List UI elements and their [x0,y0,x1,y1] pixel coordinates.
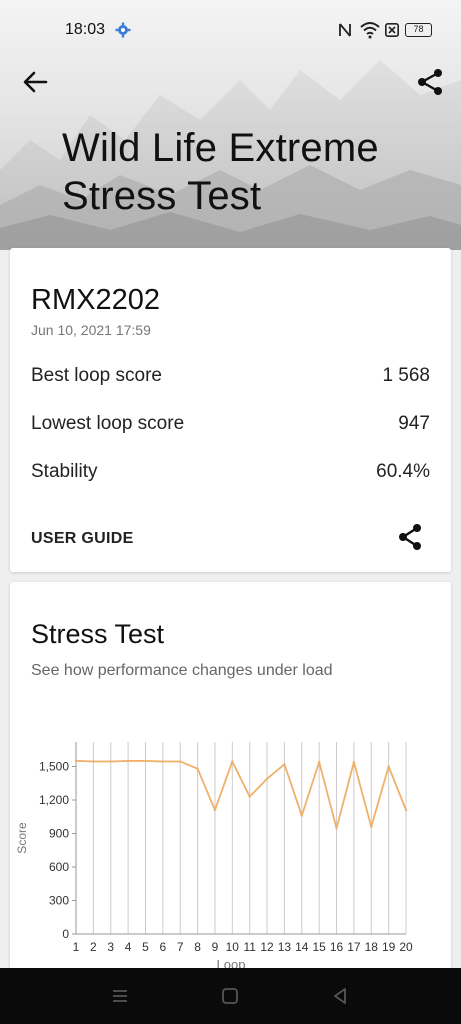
y-tick-label: 1,200 [39,793,69,807]
x-tick-label: 10 [226,940,240,954]
data-point [231,760,234,763]
page-title-line1: Wild Life Extreme [62,126,379,170]
y-tick-label: 300 [49,894,69,908]
battery-icon: 78 [405,23,432,37]
data-point [161,760,165,763]
best-loop-label: Best loop score [31,365,162,386]
stability-label: Stability [31,461,98,482]
y-tick-label: 0 [62,927,69,941]
x-tick-label: 19 [382,940,396,954]
back-nav-icon[interactable] [330,986,350,1006]
data-point [74,759,78,763]
x-tick-label: 20 [399,940,413,954]
x-tick-label: 5 [142,940,149,954]
status-bar: 18:03 78 [0,0,461,60]
y-tick-label: 900 [49,827,69,841]
data-point [213,808,217,812]
x-tick-label: 17 [347,940,361,954]
x-tick-label: 6 [159,940,166,954]
x-tick-label: 18 [365,940,379,954]
x-tick-label: 15 [312,940,326,954]
data-point [352,760,356,764]
y-axis-label: Score [15,822,29,854]
data-point [300,814,303,817]
share-icon[interactable] [396,522,424,552]
data-point [317,760,321,764]
data-point [265,777,269,780]
stability-value: 60.4% [376,461,430,482]
x-tick-label: 8 [194,940,201,954]
system-nav-bar [0,968,461,1024]
best-loop-value: 1 568 [382,365,430,386]
lowest-loop-value: 947 [398,413,430,434]
data-point [370,825,373,828]
data-point [196,767,199,770]
x-tick-label: 1 [73,940,80,954]
data-point [248,795,251,798]
lowest-loop-label: Lowest loop score [31,413,185,434]
series-line [75,759,407,830]
summary-card: RMX2202 Jun 10, 2021 17:59 Best loop sco… [10,248,451,572]
data-point [335,827,338,830]
home-icon[interactable] [220,986,240,1006]
page-title: Wild Life Extreme Stress Test [62,124,442,220]
x-tick-label: 16 [330,940,344,954]
share-icon[interactable] [414,66,446,98]
stress-test-card: Stress Test See how performance changes … [10,582,451,982]
y-tick-label: 1,500 [39,760,69,774]
x-tick-label: 13 [278,940,292,954]
page-title-line2: Stress Test [62,174,262,218]
x-tick-label: 11 [243,940,256,954]
x-tick-label: 7 [177,940,184,954]
data-point [144,759,147,763]
data-point [404,808,408,812]
data-point [109,760,112,763]
y-tick-label: 600 [49,860,69,874]
settings-icon [115,22,131,38]
x-tick-label: 9 [212,940,219,954]
stress-test-chart: 03006009001,2001,5001 2 3 4 5 6 7 8 9 10 11 12 13 14 1… [15,742,413,972]
data-point [387,765,390,768]
data-point [92,760,95,763]
nfc-icon [339,23,351,37]
menu-icon[interactable] [110,986,130,1006]
wifi-icon [360,22,380,39]
x-tick-label: 2 [90,940,97,954]
user-guide-link[interactable]: USER GUIDE [31,530,134,548]
device-name: RMX2202 [31,284,160,316]
x-tick-label: 4 [125,940,132,954]
no-sim-icon [385,23,399,37]
data-point [283,763,286,766]
x-tick-label: 3 [107,940,114,954]
data-point [126,759,130,763]
data-point [179,760,182,763]
status-time: 18:03 [65,21,106,38]
x-tick-label: 14 [295,940,309,954]
result-date: Jun 10, 2021 17:59 [31,322,151,338]
x-tick-label: 12 [260,940,274,954]
back-arrow-icon[interactable] [20,66,52,98]
